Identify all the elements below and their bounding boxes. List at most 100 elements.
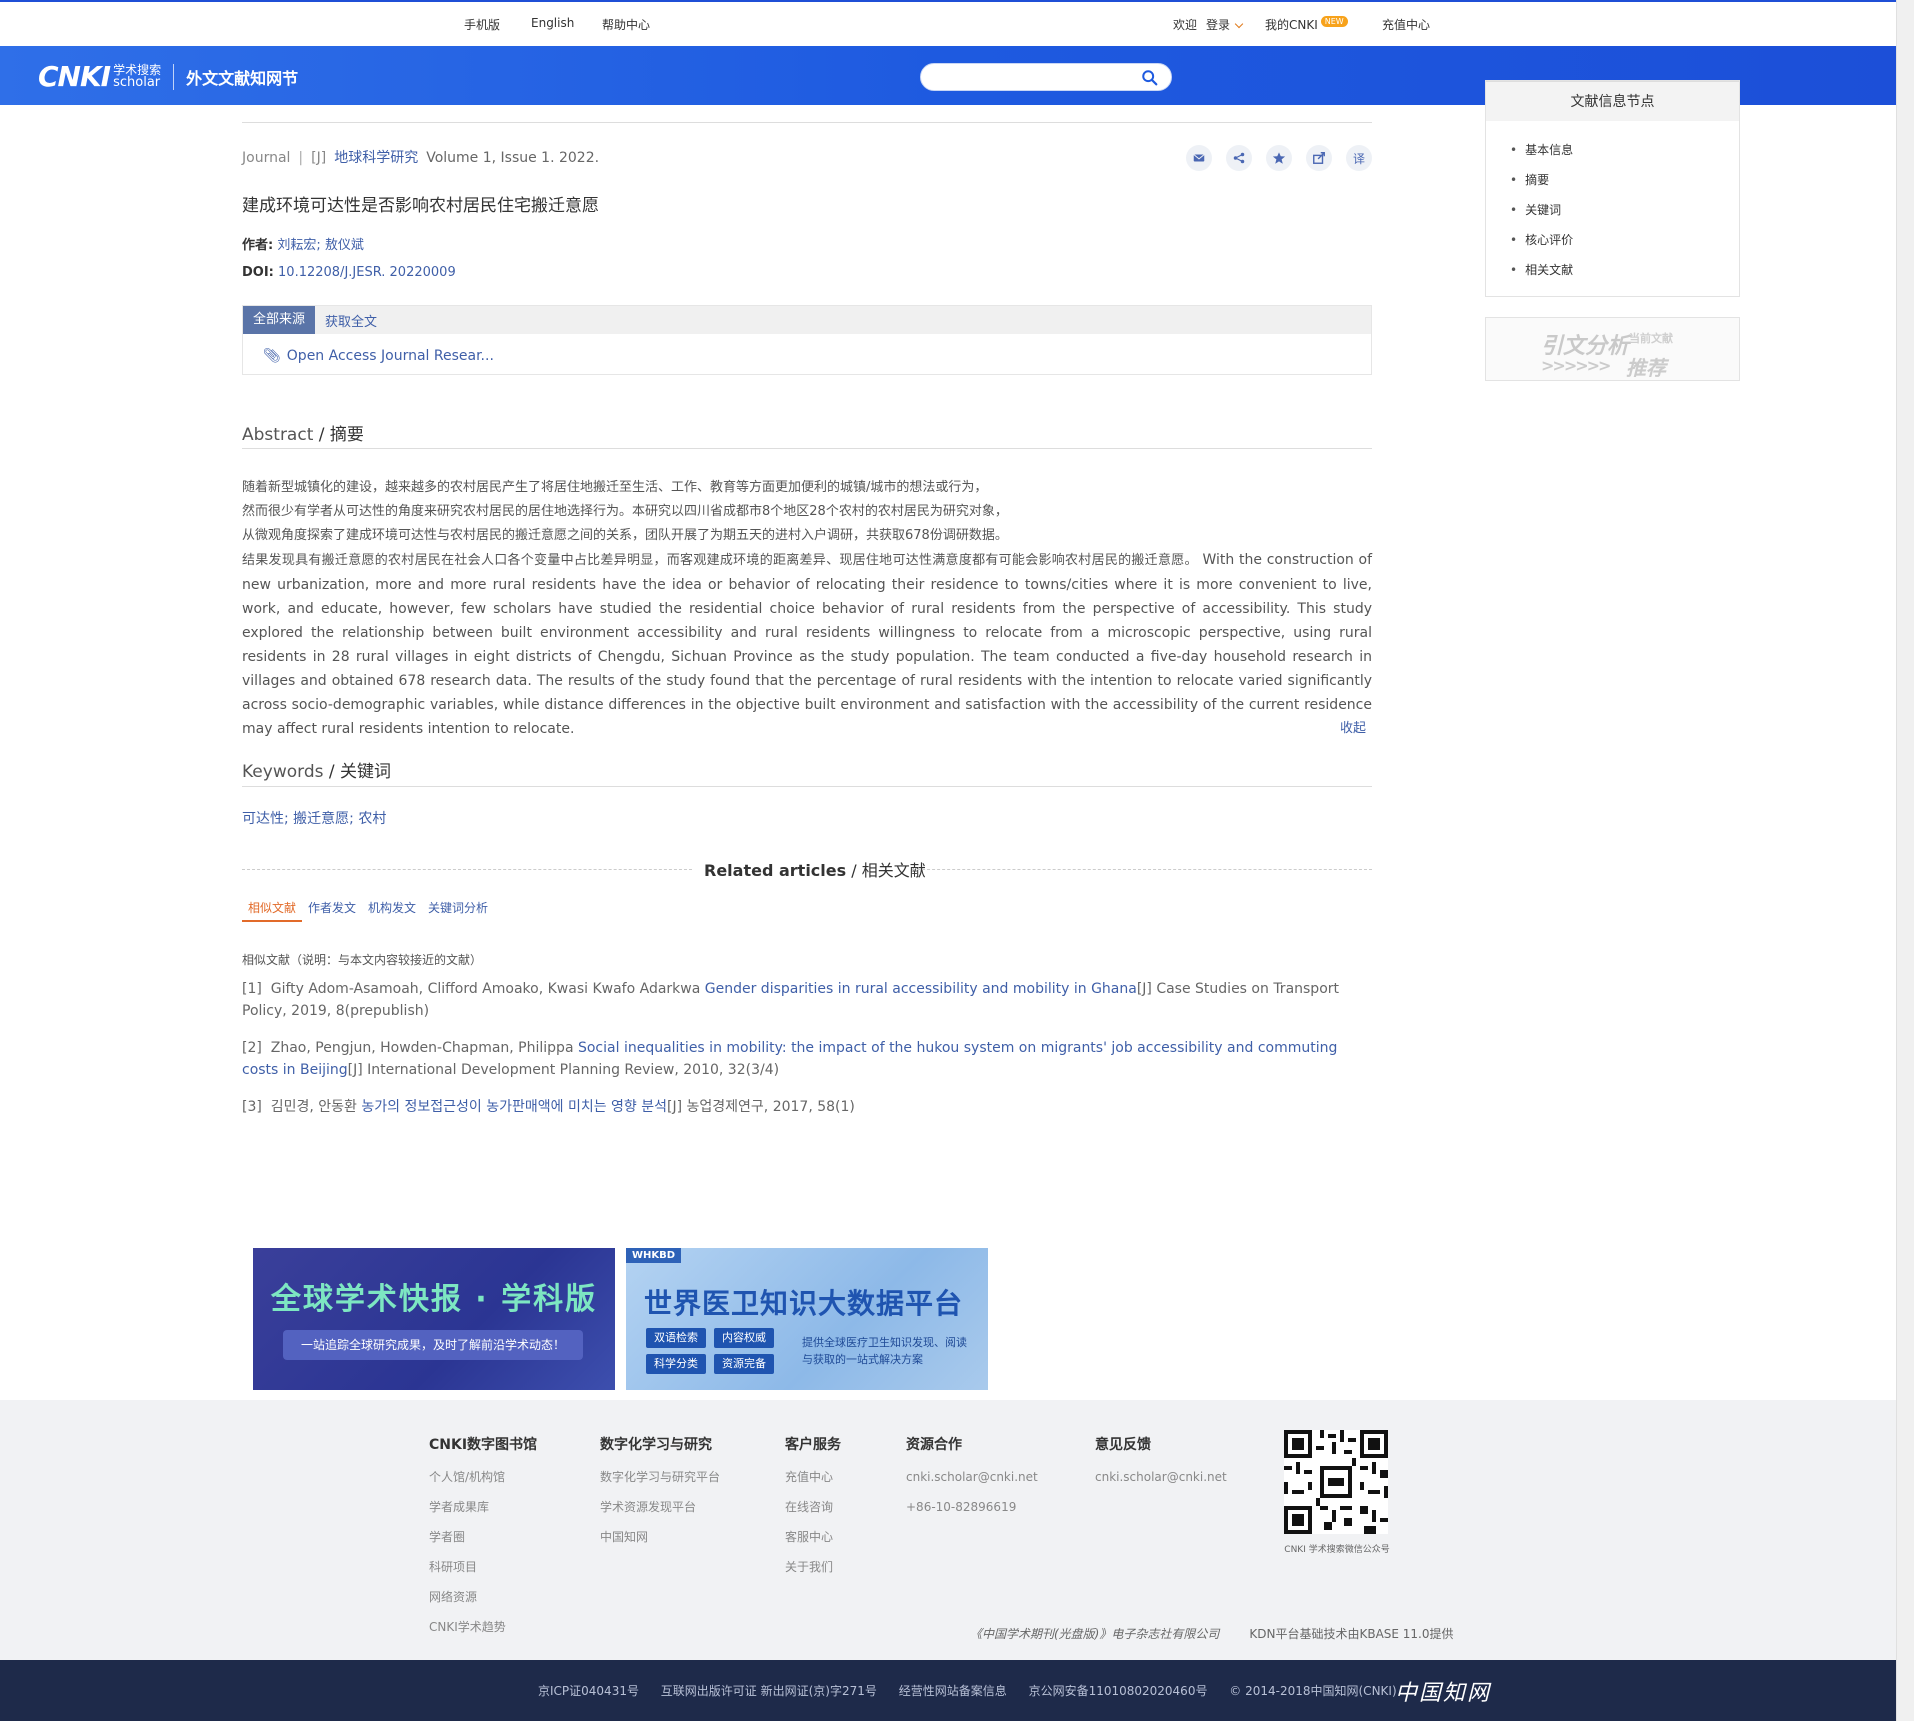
- page-scrollbar[interactable]: [1896, 0, 1914, 1721]
- ref-authors: Zhao, Pengjun, Howden-Chapman, Philippa: [270, 1040, 574, 1056]
- english-link[interactable]: English: [531, 16, 574, 30]
- footer-col-feedback: 意见反馈 cnki.scholar@cnki.net: [1095, 1434, 1227, 1500]
- ref-title-link[interactable]: Gender disparities in rural accessibilit…: [705, 981, 1137, 997]
- copyright-text: © 2014-2018中国知网(CNKI): [1229, 1684, 1397, 1698]
- bottom-bar: 京ICP证040431号 互联网出版许可证 新出网证(京)字271号 经营性网站…: [0, 1660, 1896, 1721]
- footer-link[interactable]: cnki.scholar@cnki.net: [1095, 1470, 1227, 1500]
- footer-link[interactable]: 客服中心: [785, 1530, 841, 1560]
- keywords-heading-zh: 关键词: [340, 762, 392, 782]
- info-node-title: 文献信息节点: [1486, 81, 1739, 121]
- kdn-text: KDN平台基础技术由KBASE 11.0提供: [1249, 1627, 1454, 1641]
- doi-label: DOI:: [242, 265, 274, 280]
- sidebar-item-basic-info[interactable]: 基本信息: [1510, 135, 1739, 165]
- ad2-pill: 科学分类: [646, 1354, 706, 1374]
- footer-link[interactable]: 学者圈: [429, 1530, 537, 1560]
- star-icon[interactable]: [1266, 145, 1292, 171]
- footer-link[interactable]: 中国知网: [600, 1530, 720, 1560]
- search-icon[interactable]: [1141, 69, 1159, 87]
- tab-author-papers[interactable]: 作者发文: [302, 895, 362, 922]
- ad1-subtitle: 一站追踪全球研究成果，及时了解前沿学术动态！: [283, 1330, 583, 1360]
- ref-authors: 김민경, 안동환: [270, 1099, 357, 1115]
- publishing-license[interactable]: 互联网出版许可证 新出网证(京)字271号: [661, 1684, 877, 1698]
- footer-link[interactable]: 网络资源: [429, 1590, 537, 1620]
- logo-divider: [173, 63, 175, 90]
- sidebar-item-related[interactable]: 相关文献: [1510, 255, 1739, 285]
- footer-col-title: 资源合作: [906, 1437, 962, 1453]
- footer-col-learning: 数字化学习与研究 数字化学习与研究平台 学术资源发现平台 中国知网: [600, 1434, 720, 1560]
- info-node-panel: 文献信息节点 基本信息 摘要 关键词 核心评价 相关文献: [1485, 80, 1740, 297]
- footer-link[interactable]: 学者成果库: [429, 1500, 537, 1530]
- paperclip-icon: 📎︎: [263, 348, 281, 364]
- authors-link[interactable]: 刘耘宏; 敖仪斌: [277, 238, 364, 253]
- icp-link[interactable]: 京ICP证040431号: [538, 1684, 639, 1698]
- abstract-zh-4: 结果发现具有搬迁意愿的农村居民在社会人口各个变量中占比差异明显，而客观建成环境的…: [242, 553, 1198, 568]
- ad-global-academic-express[interactable]: 全球学术快报 · 学科版 一站追踪全球研究成果，及时了解前沿学术动态！: [253, 1248, 615, 1390]
- journal-link[interactable]: 地球科学研究: [334, 150, 418, 166]
- mobile-link[interactable]: 手机版: [464, 16, 500, 33]
- tab-similar[interactable]: 相似文献: [242, 895, 303, 922]
- ref-title-link[interactable]: 농가의 정보접근성이 농가판매액에 미치는 영향 분석: [361, 1099, 667, 1115]
- top-bar: 手机版 English 帮助中心 欢迎 登录 我的CNKI NEW 充值中心: [0, 0, 1896, 46]
- footer-link[interactable]: 个人馆/机构馆: [429, 1470, 537, 1500]
- translate-icon[interactable]: 译: [1346, 145, 1372, 171]
- article-tools: 译: [1186, 145, 1372, 171]
- footer-col-service: 客户服务 充值中心 在线咨询 客服中心 关于我们: [785, 1434, 841, 1590]
- footer-link[interactable]: 充值中心: [785, 1470, 841, 1500]
- footer-link[interactable]: 关于我们: [785, 1560, 841, 1590]
- article-type: Journal: [242, 150, 291, 166]
- sidebar-item-abstract[interactable]: 摘要: [1510, 165, 1739, 195]
- footer-link[interactable]: 在线咨询: [785, 1500, 841, 1530]
- footer-link[interactable]: 科研项目: [429, 1560, 537, 1590]
- qr-caption: CNKI 学术搜索微信公众号: [1284, 1545, 1390, 1555]
- tab-keyword-analysis[interactable]: 关键词分析: [422, 895, 494, 922]
- oa-source-label: Open Access Journal Resear...: [286, 348, 494, 364]
- footer-link[interactable]: 数字化学习与研究平台: [600, 1470, 720, 1500]
- footer-link[interactable]: CNKI学术趋势: [429, 1620, 537, 1650]
- tab-institution-papers[interactable]: 机构发文: [362, 895, 422, 922]
- tab-all-sources[interactable]: 全部来源: [243, 306, 316, 334]
- ad-world-medical-platform[interactable]: WHKBD 世界医卫知识大数据平台 双语检索 内容权威 科学分类 资源完备 提供…: [626, 1248, 988, 1390]
- doi-link[interactable]: 10.12208/J.JESR. 20220009: [278, 265, 456, 280]
- tab-get-fulltext[interactable]: 获取全文: [315, 311, 387, 330]
- reference-item: [3] 김민경, 안동환 농가의 정보접근성이 농가판매액에 미치는 영향 분석…: [242, 1096, 1372, 1118]
- keywords-list[interactable]: 可达性; 搬迁意愿; 农村: [242, 808, 386, 828]
- police-record[interactable]: 京公网安备11010802020460号: [1029, 1684, 1208, 1698]
- keywords-heading: Keywords / 关键词: [242, 762, 392, 782]
- ref-num: [2]: [242, 1040, 262, 1056]
- export-icon[interactable]: [1306, 145, 1332, 171]
- footer-link[interactable]: cnki.scholar@cnki.net: [906, 1470, 1038, 1500]
- mail-icon[interactable]: [1186, 145, 1212, 171]
- help-link[interactable]: 帮助中心: [602, 16, 650, 33]
- logo-en-text: scholar: [113, 75, 161, 90]
- volume-info: Volume 1, Issue 1. 2022.: [426, 150, 600, 166]
- ad2-pill: 双语检索: [646, 1328, 706, 1348]
- search-input[interactable]: [933, 68, 1133, 88]
- sidebar-item-evaluation[interactable]: 核心评价: [1510, 225, 1739, 255]
- related-note: 相似文献（说明：与本文内容较接近的文献）: [242, 953, 483, 967]
- ref-num: [3]: [242, 1099, 262, 1115]
- cnki-logo[interactable]: CNKI 学术搜索 scholar 外文文献知网节: [38, 60, 298, 93]
- collapse-link[interactable]: 收起: [1340, 717, 1366, 736]
- my-cnki-link[interactable]: 我的CNKI NEW: [1265, 16, 1348, 33]
- abstract-heading-zh: 摘要: [329, 425, 364, 445]
- ad2-tag: WHKBD: [626, 1248, 682, 1263]
- record-link[interactable]: 经营性网站备案信息: [899, 1684, 1007, 1698]
- cnki-brand-logo: 中国知网: [1395, 1681, 1492, 1706]
- citation-analysis-banner[interactable]: 引文分析 当前文献 >>>>>> 推荐: [1485, 317, 1740, 381]
- sidebar-item-keywords[interactable]: 关键词: [1510, 195, 1739, 225]
- abstract-heading-en: Abstract: [242, 425, 314, 445]
- my-cnki-label: 我的CNKI: [1265, 18, 1318, 32]
- article-meta: Journal | [J] 地球科学研究 Volume 1, Issue 1. 2022…: [242, 150, 600, 166]
- chevron-down-icon: [1234, 19, 1244, 29]
- footer-link[interactable]: 学术资源发现平台: [600, 1500, 720, 1530]
- dashed-line-left: [242, 869, 692, 870]
- keywords-divider: [242, 786, 1372, 787]
- ad2-pill: 资源完备: [714, 1354, 774, 1374]
- cite-banner-small: 当前文献: [1629, 332, 1673, 345]
- share-icon[interactable]: [1226, 145, 1252, 171]
- recharge-link[interactable]: 充值中心: [1382, 16, 1430, 33]
- oa-source-link[interactable]: 📎︎ Open Access Journal Resear...: [263, 348, 494, 364]
- top-divider: [242, 122, 1372, 123]
- footer-col-title: 客户服务: [785, 1437, 841, 1453]
- login-dropdown[interactable]: 登录: [1206, 16, 1244, 33]
